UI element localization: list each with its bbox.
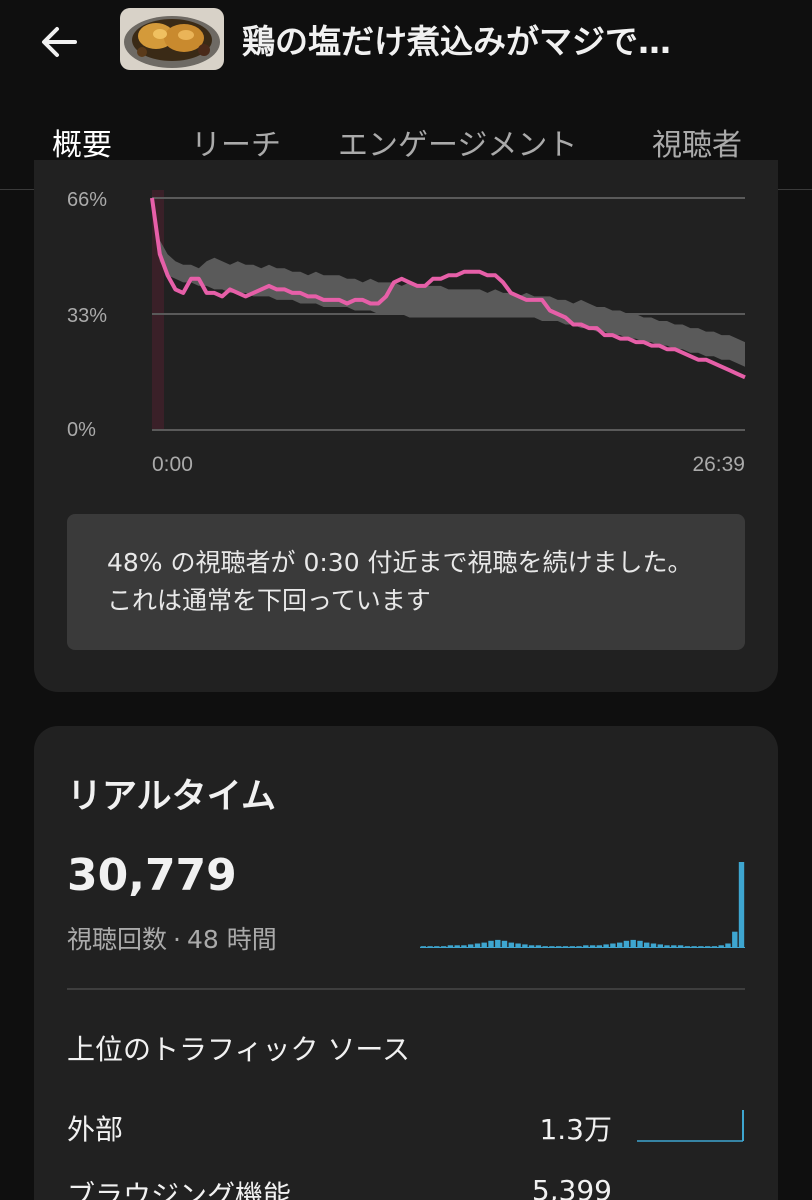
hourly-bar: [549, 946, 555, 948]
hourly-bar: [664, 945, 670, 948]
hourly-bar: [542, 946, 548, 948]
hourly-bar: [725, 943, 731, 948]
realtime-views-count: 30,779: [67, 850, 237, 901]
hourly-bar: [576, 946, 582, 948]
tab-overview[interactable]: 概要: [52, 120, 112, 164]
hourly-bar: [501, 940, 508, 948]
hourly-bar: [535, 945, 542, 948]
realtime-title: リアルタイム: [67, 777, 276, 817]
hourly-bar: [440, 946, 447, 948]
hourly-bar: [515, 943, 521, 948]
intro-highlight: [152, 190, 164, 430]
hourly-bar: [461, 945, 467, 948]
traffic-value: 1.3万: [539, 1113, 612, 1146]
retention-chart: 66% 33% 0% 0:00 26:39: [67, 190, 746, 476]
hourly-bar: [562, 946, 569, 948]
hourly-bar: [671, 945, 677, 948]
hourly-bar: [495, 939, 501, 948]
traffic-label: 外部: [67, 1113, 124, 1146]
hourly-bar: [677, 945, 684, 948]
hourly-bar: [610, 943, 616, 948]
hourly-bar: [589, 945, 596, 948]
views-label: 視聴回数: [67, 925, 168, 954]
hourly-bar: [556, 946, 562, 948]
hourly-bar: [698, 946, 704, 948]
traffic-sources-title: 上位のトラフィック ソース: [67, 1033, 410, 1066]
tab-audience[interactable]: 視聴者: [652, 120, 742, 164]
hourly-bar: [474, 943, 481, 948]
period-label: 48 時間: [186, 925, 277, 954]
hourly-bar: [732, 931, 738, 948]
hourly-bar: [434, 946, 440, 948]
hourly-bar: [705, 946, 711, 948]
hourly-bar: [623, 940, 630, 948]
app-header: 鶏の塩だけ煮込みがマジで…: [0, 0, 812, 100]
hourly-bar: [711, 946, 718, 948]
retention-card: 66% 33% 0% 0:00 26:39 48% の視聴者が 0:30 付近ま…: [34, 160, 778, 692]
realtime-subtitle: 視聴回数 · 48 時間: [67, 925, 277, 954]
hourly-bar: [488, 940, 494, 948]
back-button[interactable]: [30, 18, 88, 66]
y-tick-0: 0%: [67, 419, 96, 441]
x-tick-start: 0:00: [152, 453, 193, 476]
typical-retention-band: [152, 198, 745, 367]
hourly-bar: [569, 946, 575, 948]
video-title: 鶏の塩だけ煮込みがマジで…: [242, 22, 671, 61]
hourly-bar: [447, 945, 454, 948]
realtime-hourly-bars[interactable]: [420, 858, 745, 948]
traffic-value: 5,399: [531, 1174, 612, 1200]
traffic-row-external[interactable]: 外部 1.3万: [67, 1108, 745, 1158]
traffic-label: ブラウジング機能: [67, 1179, 292, 1200]
hourly-bar: [691, 946, 697, 948]
hourly-bar: [617, 942, 623, 948]
hourly-bar: [596, 945, 602, 948]
hourly-bar: [603, 944, 609, 948]
hourly-bar: [644, 942, 650, 948]
y-tick-33: 33%: [67, 305, 107, 327]
retention-insight: 48% の視聴者が 0:30 付近まで視聴を続けました。これは通常を下回っていま…: [67, 514, 745, 650]
hourly-bar: [583, 945, 589, 948]
hourly-bar: [657, 944, 663, 948]
hourly-bar: [468, 944, 474, 948]
y-tick-66: 66%: [67, 190, 107, 211]
divider: [67, 988, 745, 990]
hourly-bar: [630, 939, 636, 948]
hourly-bar: [508, 942, 514, 948]
traffic-sparkline: [637, 1110, 744, 1142]
tab-reach[interactable]: リーチ: [191, 120, 281, 164]
arrow-left-icon: [42, 27, 77, 57]
hourly-bar: [738, 862, 745, 948]
hourly-bar: [420, 946, 426, 948]
hourly-bar: [637, 940, 643, 948]
tab-engagement[interactable]: エンゲージメント: [338, 120, 577, 164]
hourly-bar: [528, 945, 535, 948]
hourly-bar: [427, 946, 433, 948]
hourly-bar: [481, 942, 487, 948]
traffic-row-browse[interactable]: ブラウジング機能 5,399: [67, 1174, 745, 1200]
hourly-bar: [650, 943, 657, 948]
video-thumbnail: [120, 8, 224, 70]
hourly-bar: [454, 945, 460, 948]
realtime-card: リアルタイム 30,779 視聴回数 · 48 時間 上位のトラフィック ソース 外…: [34, 726, 778, 1200]
hourly-bar: [718, 945, 724, 948]
hourly-bar: [684, 946, 691, 948]
x-tick-end: 26:39: [692, 453, 745, 476]
hourly-bar: [522, 944, 528, 948]
